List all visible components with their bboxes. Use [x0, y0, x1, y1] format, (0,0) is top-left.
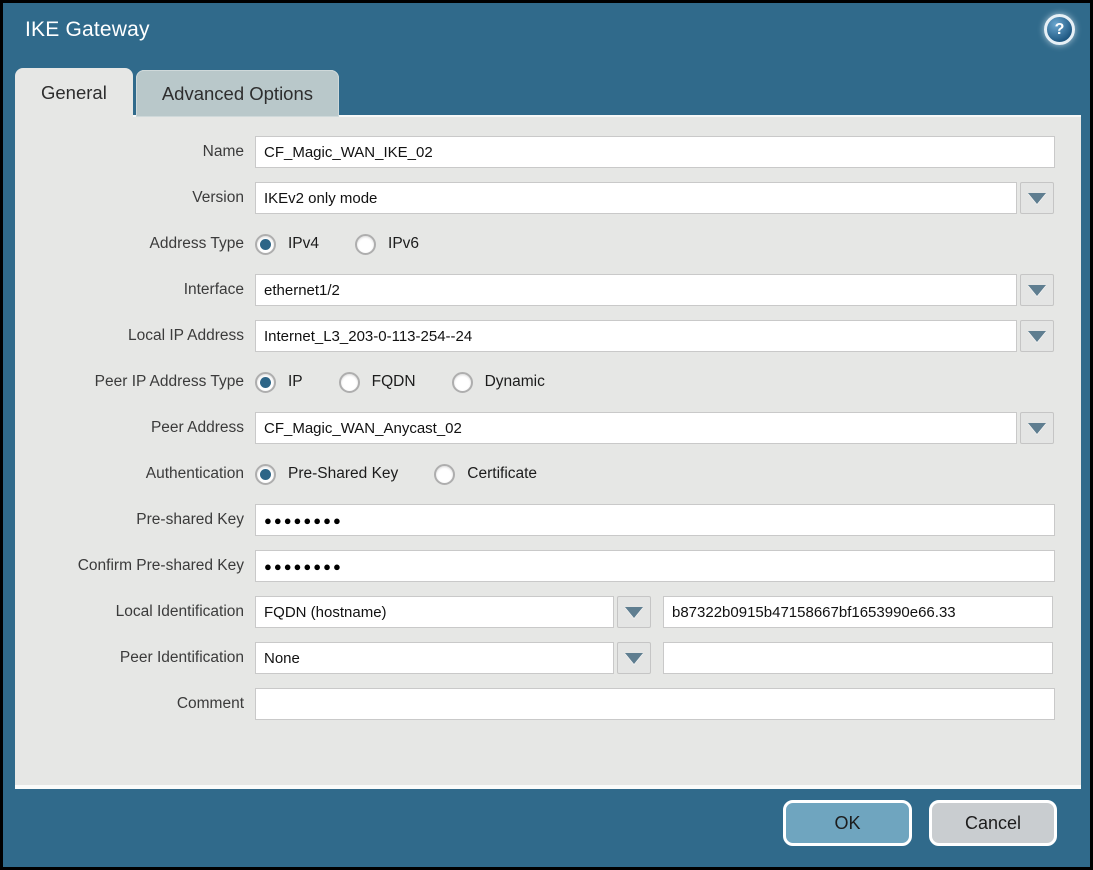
address-type-radio-group: IPv4 IPv6 — [255, 234, 419, 255]
radio-certificate[interactable]: Certificate — [434, 464, 537, 485]
cancel-button[interactable]: Cancel — [929, 800, 1057, 846]
comment-input[interactable] — [255, 688, 1055, 720]
peer-identification-type-combo: None — [255, 642, 651, 674]
radio-dynamic[interactable]: Dynamic — [452, 372, 545, 393]
radio-fqdn[interactable]: FQDN — [339, 372, 416, 393]
preshared-key-label: Pre-shared Key — [15, 511, 255, 529]
comment-label: Comment — [15, 695, 255, 713]
radio-ipv4[interactable]: IPv4 — [255, 234, 319, 255]
tab-general[interactable]: General — [15, 68, 133, 117]
peer-ip-address-type-radio-group: IP FQDN Dynamic — [255, 372, 545, 393]
name-input[interactable]: CF_Magic_WAN_IKE_02 — [255, 136, 1055, 168]
name-label: Name — [15, 143, 255, 161]
row-local-ip-address: Local IP Address Internet_L3_203-0-113-2… — [15, 320, 1081, 352]
radio-unselected-icon — [355, 234, 376, 255]
radio-pre-shared-key[interactable]: Pre-Shared Key — [255, 464, 398, 485]
interface-combo: ethernet1/2 — [255, 274, 1054, 306]
peer-address-input[interactable]: CF_Magic_WAN_Anycast_02 — [255, 412, 1017, 444]
local-identification-type-select[interactable]: FQDN (hostname) — [255, 596, 614, 628]
question-mark-glyph: ? — [1055, 22, 1065, 38]
radio-selected-icon — [255, 464, 276, 485]
ike-gateway-dialog: IKE Gateway ? General Advanced Options N… — [0, 0, 1093, 870]
version-label: Version — [15, 189, 255, 207]
dropdown-arrow-icon — [1028, 193, 1046, 204]
local-identification-dropdown-button[interactable] — [617, 596, 651, 628]
row-address-type: Address Type IPv4 IPv6 — [15, 228, 1081, 260]
local-identification-value-input[interactable]: b87322b0915b47158667bf1653990e66.33 — [663, 596, 1053, 628]
address-type-label: Address Type — [15, 235, 255, 253]
local-ip-address-dropdown-button[interactable] — [1020, 320, 1054, 352]
dropdown-arrow-icon — [1028, 285, 1046, 296]
row-peer-address: Peer Address CF_Magic_WAN_Anycast_02 — [15, 412, 1081, 444]
peer-identification-label: Peer Identification — [15, 649, 255, 667]
radio-selected-icon — [255, 372, 276, 393]
authentication-label: Authentication — [15, 465, 255, 483]
version-combo: IKEv2 only mode — [255, 182, 1054, 214]
radio-unselected-icon — [434, 464, 455, 485]
dropdown-arrow-icon — [625, 653, 643, 664]
dropdown-arrow-icon — [625, 607, 643, 618]
interface-dropdown-button[interactable] — [1020, 274, 1054, 306]
local-identification-label: Local Identification — [15, 603, 255, 621]
dialog-title: IKE Gateway — [25, 18, 150, 42]
tab-advanced-options[interactable]: Advanced Options — [136, 70, 339, 117]
interface-input[interactable]: ethernet1/2 — [255, 274, 1017, 306]
radio-ip[interactable]: IP — [255, 372, 303, 393]
ok-button[interactable]: OK — [783, 800, 912, 846]
local-ip-address-combo: Internet_L3_203-0-113-254--24 — [255, 320, 1054, 352]
row-peer-identification: Peer Identification None — [15, 642, 1081, 674]
peer-address-combo: CF_Magic_WAN_Anycast_02 — [255, 412, 1054, 444]
authentication-radio-group: Pre-Shared Key Certificate — [255, 464, 537, 485]
row-name: Name CF_Magic_WAN_IKE_02 — [15, 136, 1081, 168]
dropdown-arrow-icon — [1028, 423, 1046, 434]
peer-ip-address-type-label: Peer IP Address Type — [15, 373, 255, 391]
peer-identification-dropdown-button[interactable] — [617, 642, 651, 674]
row-confirm-preshared-key: Confirm Pre-shared Key ●●●●●●●● — [15, 550, 1081, 582]
row-comment: Comment — [15, 688, 1081, 720]
local-identification-type-combo: FQDN (hostname) — [255, 596, 651, 628]
preshared-key-input[interactable]: ●●●●●●●● — [255, 504, 1055, 536]
help-icon[interactable]: ? — [1044, 14, 1075, 45]
row-peer-ip-address-type: Peer IP Address Type IP FQDN Dynamic — [15, 366, 1081, 398]
peer-address-dropdown-button[interactable] — [1020, 412, 1054, 444]
dropdown-arrow-icon — [1028, 331, 1046, 342]
row-local-identification: Local Identification FQDN (hostname) b87… — [15, 596, 1081, 628]
local-ip-address-label: Local IP Address — [15, 327, 255, 345]
confirm-preshared-key-label: Confirm Pre-shared Key — [15, 557, 255, 575]
row-authentication: Authentication Pre-Shared Key Certificat… — [15, 458, 1081, 490]
confirm-preshared-key-input[interactable]: ●●●●●●●● — [255, 550, 1055, 582]
radio-unselected-icon — [339, 372, 360, 393]
peer-address-label: Peer Address — [15, 419, 255, 437]
radio-selected-icon — [255, 234, 276, 255]
version-input[interactable]: IKEv2 only mode — [255, 182, 1017, 214]
interface-label: Interface — [15, 281, 255, 299]
version-dropdown-button[interactable] — [1020, 182, 1054, 214]
radio-unselected-icon — [452, 372, 473, 393]
row-preshared-key: Pre-shared Key ●●●●●●●● — [15, 504, 1081, 536]
peer-identification-type-select[interactable]: None — [255, 642, 614, 674]
local-ip-address-input[interactable]: Internet_L3_203-0-113-254--24 — [255, 320, 1017, 352]
tab-bar: General Advanced Options — [15, 68, 339, 117]
row-version: Version IKEv2 only mode — [15, 182, 1081, 214]
peer-identification-value-input[interactable] — [663, 642, 1053, 674]
radio-ipv6[interactable]: IPv6 — [355, 234, 419, 255]
general-tab-panel: Name CF_Magic_WAN_IKE_02 Version IKEv2 o… — [15, 115, 1081, 789]
row-interface: Interface ethernet1/2 — [15, 274, 1081, 306]
